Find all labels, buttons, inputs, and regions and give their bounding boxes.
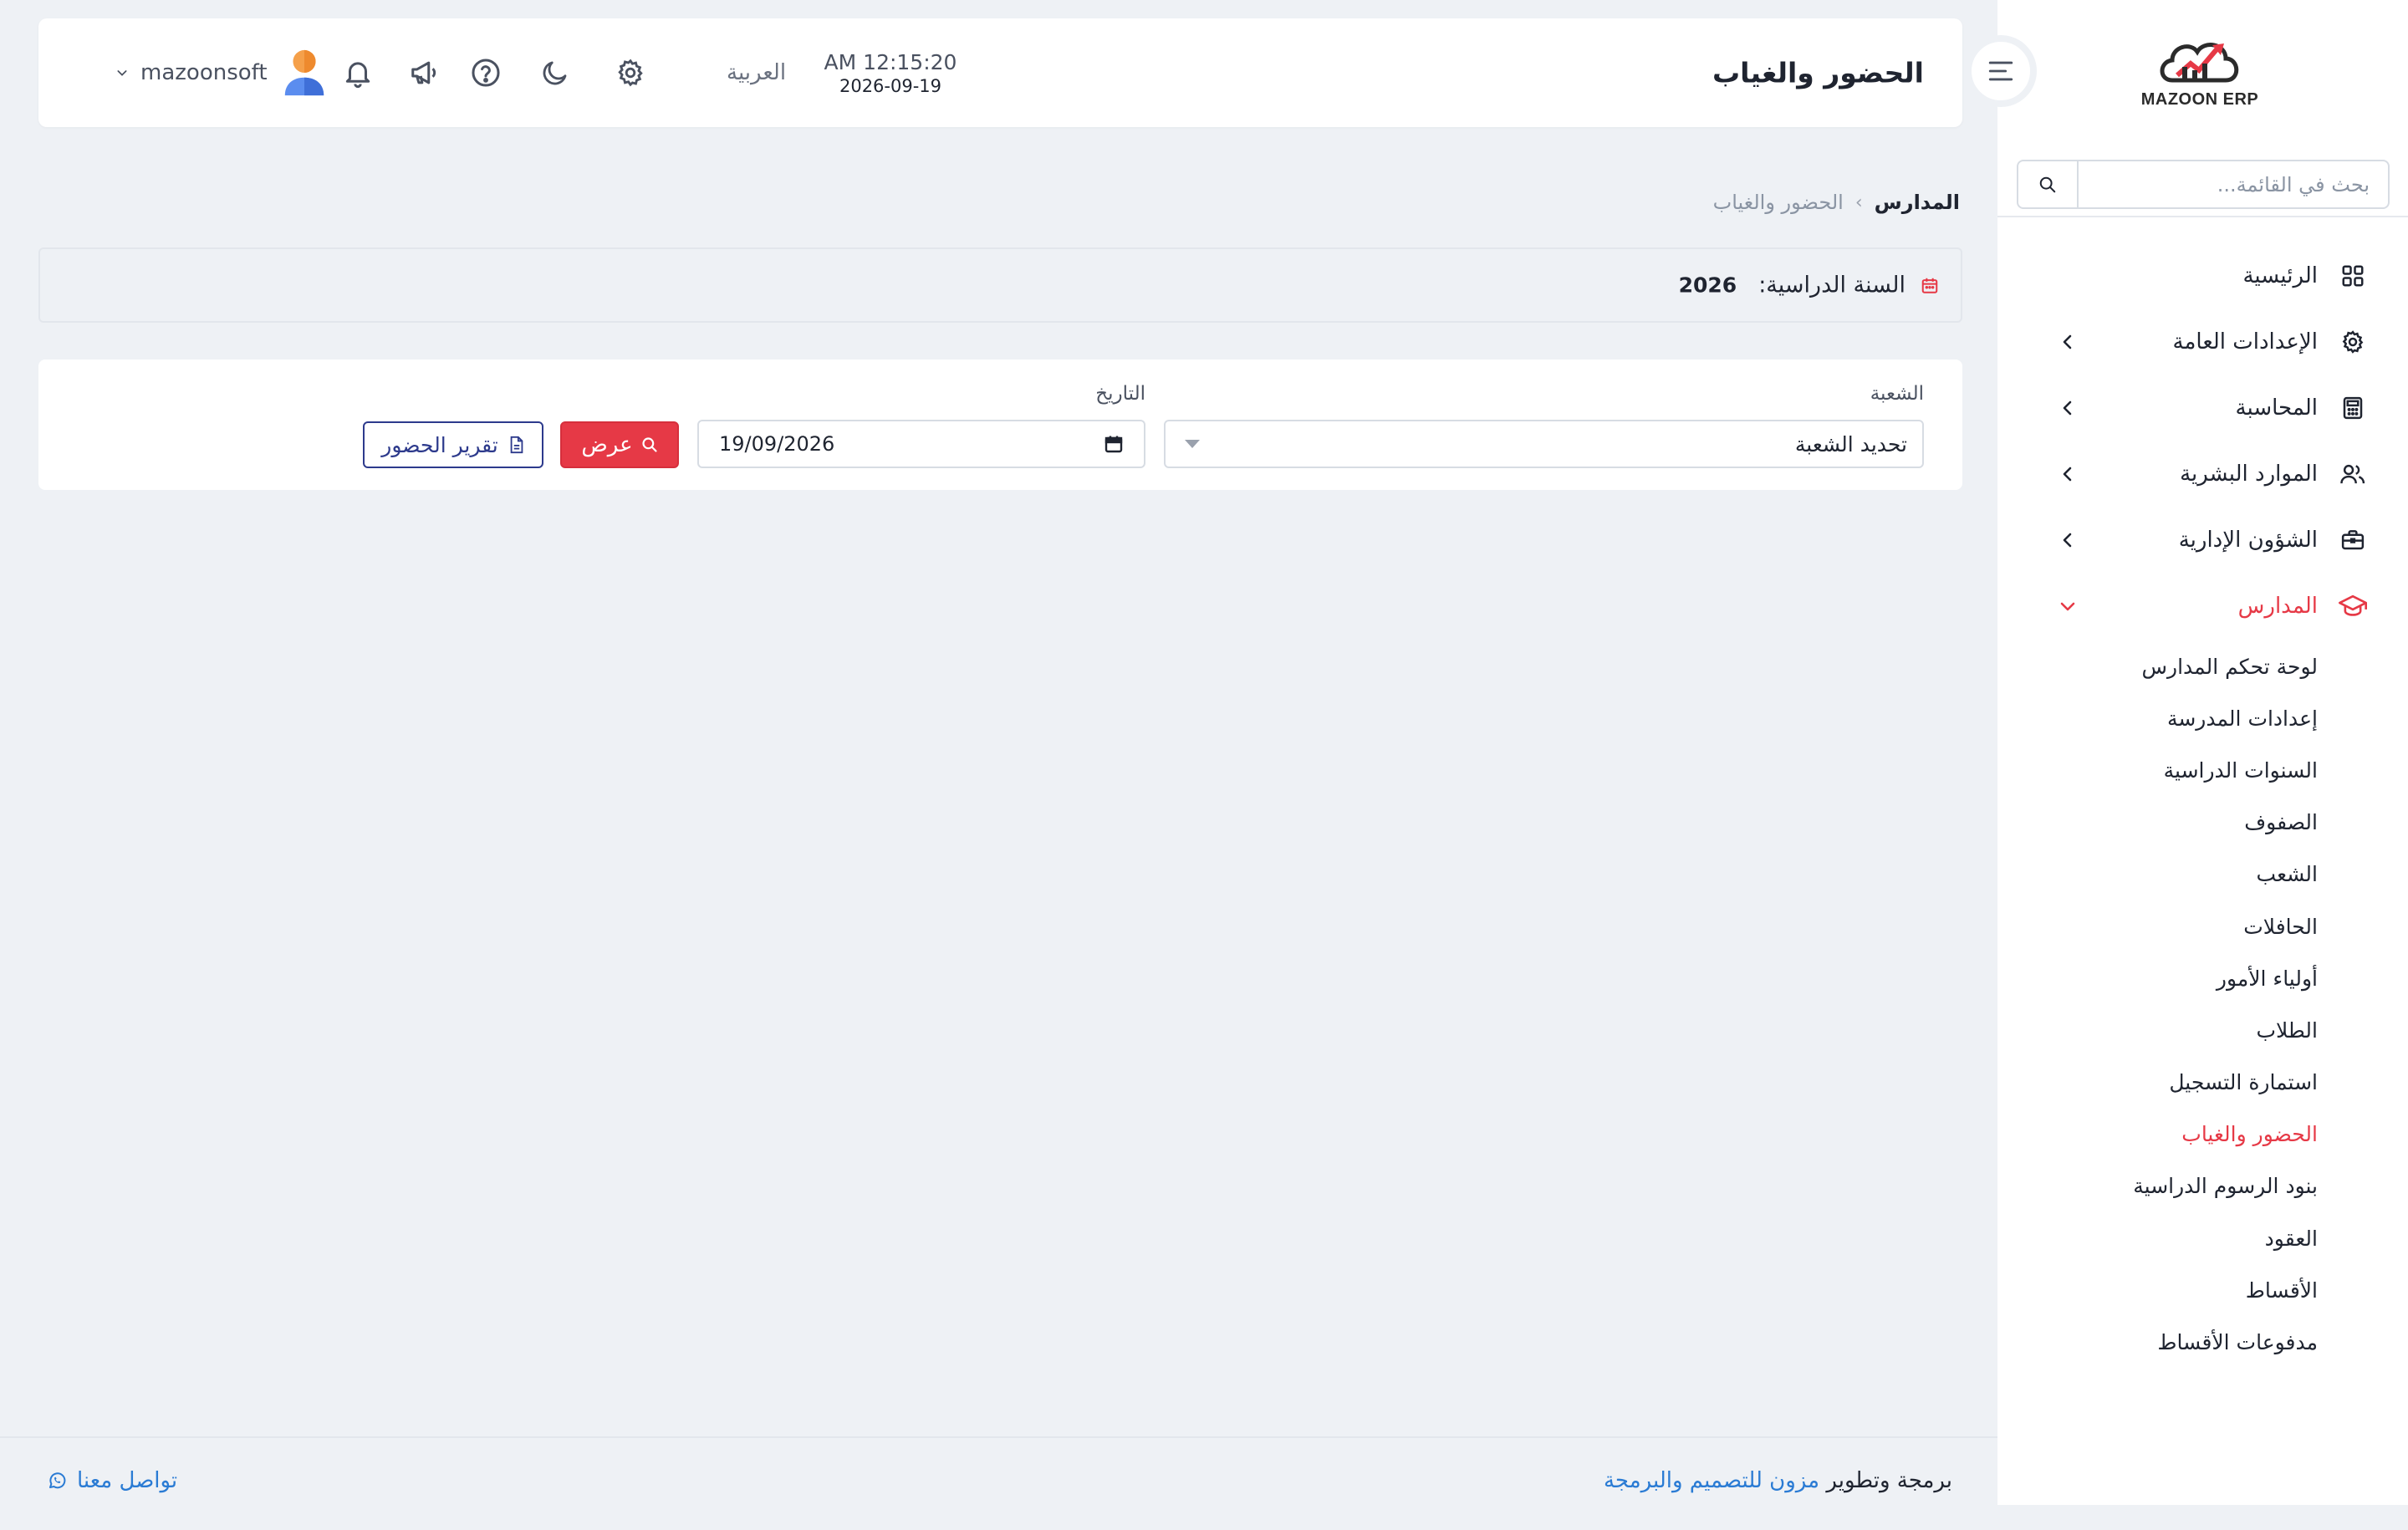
sidebar-item-label: الرئيسية bbox=[2242, 263, 2318, 288]
avatar[interactable] bbox=[283, 48, 326, 97]
chevron-left-icon bbox=[2063, 334, 2072, 349]
clock: AM 12:15:20 2026-09-19 bbox=[794, 50, 987, 96]
sidebar-subitem-buses[interactable]: الحافلات bbox=[1997, 900, 2408, 952]
attendance-report-button[interactable]: تقرير الحضور bbox=[363, 421, 543, 468]
footer-credit: برمجة وتطوير مزون للتصميم والبرمجة bbox=[1604, 1468, 1952, 1493]
chevron-down-icon bbox=[2060, 602, 2075, 610]
language-switcher[interactable]: العربية bbox=[727, 60, 786, 85]
breadcrumb: المدارس › الحضور والغياب bbox=[1713, 191, 1960, 214]
clock-date: 2026-09-19 bbox=[839, 76, 942, 96]
academic-year-value: 2026 bbox=[1678, 273, 1737, 298]
footer-credit-link[interactable]: مزون للتصميم والبرمجة bbox=[1604, 1468, 1819, 1493]
top-header: الحضور والغياب AM 12:15:20 2026-09-19 ال… bbox=[38, 18, 1962, 127]
bell-icon[interactable] bbox=[339, 54, 376, 91]
chevron-left-icon bbox=[2063, 400, 2072, 415]
sidebar-subitem-registration-form[interactable]: استمارة التسجيل bbox=[1997, 1057, 2408, 1109]
sidebar-item-admin-affairs[interactable]: الشؤون الإدارية bbox=[1997, 507, 2408, 573]
sidebar-subitem-installment-payments[interactable]: مدفوعات الأقساط bbox=[1997, 1316, 2408, 1368]
chevron-left-icon bbox=[2063, 467, 2072, 481]
sidebar-subitem-school-settings[interactable]: إعدادات المدرسة bbox=[1997, 692, 2408, 744]
sidebar-item-home[interactable]: الرئيسية bbox=[1997, 242, 2408, 309]
caret-down-icon bbox=[1185, 440, 1200, 448]
sidebar-item-general-settings[interactable]: الإعدادات العامة bbox=[1997, 309, 2408, 375]
settings-icon[interactable] bbox=[612, 54, 649, 91]
graduation-cap-icon bbox=[2338, 591, 2368, 621]
calendar-icon bbox=[1921, 278, 1938, 293]
section-select-value: تحديد الشعبة bbox=[1794, 431, 1907, 456]
date-input[interactable]: 19/09/2026 bbox=[697, 420, 1145, 468]
calendar-picker-icon[interactable] bbox=[1104, 434, 1124, 454]
sidebar-search-input[interactable] bbox=[2079, 161, 2388, 207]
chevron-down-icon bbox=[117, 70, 127, 76]
academic-year-label: السنة الدراسية: bbox=[1758, 272, 1905, 298]
sidebar-subitem-students[interactable]: الطلاب bbox=[1997, 1004, 2408, 1056]
sidebar-subitem-fee-items[interactable]: بنود الرسوم الدراسية bbox=[1997, 1160, 2408, 1212]
sidebar-subitem-guardians[interactable]: أولياء الأمور bbox=[1997, 952, 2408, 1004]
show-button-label: عرض bbox=[581, 432, 633, 457]
gear-icon bbox=[2338, 327, 2368, 357]
show-button[interactable]: عرض bbox=[560, 421, 679, 468]
help-icon[interactable] bbox=[467, 54, 504, 91]
filter-card: الشعبة تحديد الشعبة التاريخ 19/09/2026 ع… bbox=[38, 360, 1962, 490]
sidebar-subitem-installments[interactable]: الأقساط bbox=[1997, 1264, 2408, 1316]
brand-logo[interactable]: MAZOON ERP bbox=[2139, 33, 2261, 117]
cloud-chart-logo-icon bbox=[2160, 43, 2239, 83]
breadcrumb-separator: › bbox=[1854, 191, 1863, 213]
sidebar-item-label: الإعدادات العامة bbox=[2172, 329, 2318, 354]
search-icon bbox=[642, 437, 657, 452]
user-menu[interactable]: mazoonsoft bbox=[115, 60, 268, 85]
breadcrumb-current: الحضور والغياب bbox=[1712, 191, 1844, 214]
sidebar-item-schools[interactable]: المدارس bbox=[1997, 573, 2408, 639]
date-field-label: التاريخ bbox=[1095, 383, 1145, 405]
sidebar-subitem-contracts[interactable]: العقود bbox=[1997, 1212, 2408, 1264]
sidebar-item-label: المدارس bbox=[2237, 593, 2318, 619]
footer-divider bbox=[0, 1436, 1997, 1438]
users-icon bbox=[2338, 459, 2368, 489]
page-title: الحضور والغياب bbox=[1712, 56, 1924, 89]
sidebar-subitem-grades[interactable]: الصفوف bbox=[1997, 797, 2408, 849]
sidebar-subitem-sections[interactable]: الشعب bbox=[1997, 849, 2408, 900]
menu-icon bbox=[1988, 61, 2013, 81]
sidebar-item-label: الموارد البشرية bbox=[2180, 461, 2318, 487]
moon-icon[interactable] bbox=[537, 54, 574, 91]
schools-submenu: لوحة تحكم المدارس إعدادات المدرسة السنوا… bbox=[1997, 639, 2408, 1369]
sidebar-toggle-button[interactable] bbox=[1965, 35, 2037, 107]
brand-name: MAZOON ERP bbox=[2140, 90, 2259, 109]
sidebar-subitem-attendance[interactable]: الحضور والغياب bbox=[1997, 1109, 2408, 1160]
document-icon bbox=[510, 436, 523, 454]
briefcase-icon bbox=[2338, 525, 2368, 555]
sidebar-subitem-schools-dashboard[interactable]: لوحة تحكم المدارس bbox=[1997, 640, 2408, 692]
megaphone-icon[interactable] bbox=[406, 54, 443, 91]
footer-credit-prefix: برمجة وتطوير bbox=[1826, 1468, 1952, 1493]
sidebar-item-label: الشؤون الإدارية bbox=[2178, 527, 2318, 553]
sidebar-item-accounting[interactable]: المحاسبة bbox=[1997, 375, 2408, 441]
attendance-report-label: تقرير الحضور bbox=[381, 432, 498, 457]
sidebar-divider bbox=[1997, 216, 2408, 217]
academic-year-info: السنة الدراسية: 2026 bbox=[1679, 273, 1939, 298]
sidebar: MAZOON ERP الرئيسية bbox=[1997, 0, 2408, 1505]
breadcrumb-root[interactable]: المدارس bbox=[1875, 191, 1960, 214]
sidebar-item-hr[interactable]: الموارد البشرية bbox=[1997, 441, 2408, 507]
sidebar-menu: الرئيسية الإعدادات العامة المحاسبة الموا… bbox=[1997, 242, 2408, 1369]
section-field-label: الشعبة bbox=[1870, 383, 1924, 405]
date-input-value: 19/09/2026 bbox=[719, 432, 835, 456]
clock-time: AM 12:15:20 bbox=[824, 50, 957, 74]
contact-us-label: تواصل معنا bbox=[77, 1468, 178, 1493]
grid-icon bbox=[2338, 261, 2368, 291]
section-select[interactable]: تحديد الشعبة bbox=[1164, 420, 1924, 468]
sidebar-item-label: المحاسبة bbox=[2235, 395, 2318, 421]
app-root: MAZOON ERP الرئيسية bbox=[0, 0, 2408, 1530]
chevron-left-icon bbox=[2063, 533, 2072, 547]
contact-us-link[interactable]: تواصل معنا bbox=[47, 1468, 177, 1493]
sidebar-search-button[interactable] bbox=[2018, 161, 2079, 207]
sidebar-subitem-academic-years[interactable]: السنوات الدراسية bbox=[1997, 744, 2408, 796]
search-icon bbox=[2039, 176, 2056, 192]
whatsapp-icon bbox=[49, 1472, 66, 1489]
username: mazoonsoft bbox=[140, 60, 268, 85]
sidebar-search bbox=[2017, 160, 2390, 209]
calculator-icon bbox=[2338, 393, 2368, 423]
academic-year-bar: السنة الدراسية: 2026 bbox=[38, 247, 1962, 323]
